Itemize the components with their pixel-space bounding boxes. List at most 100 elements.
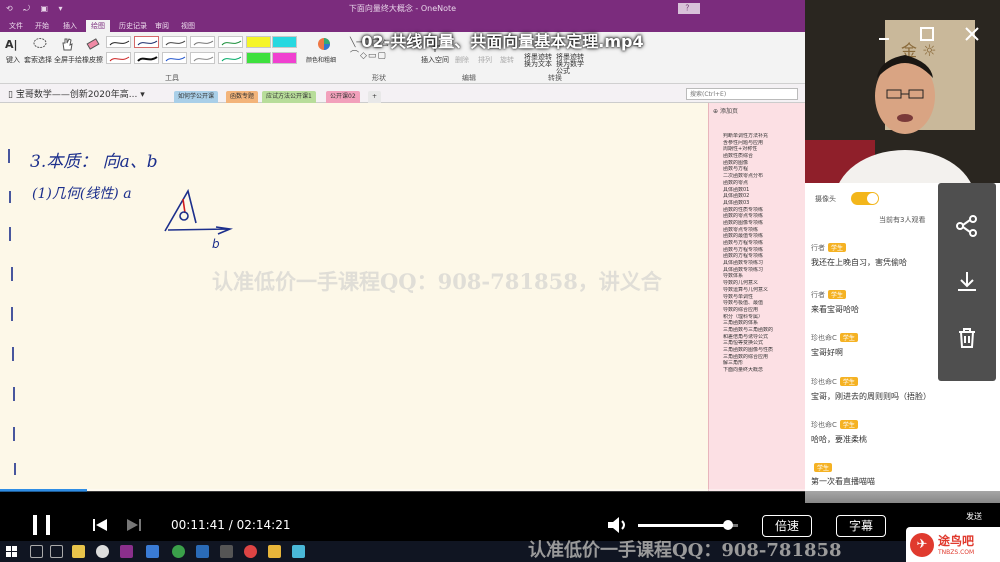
pen-swatch[interactable] bbox=[134, 52, 159, 64]
page-list-item[interactable]: 具体函数03 bbox=[723, 200, 797, 207]
folder-icon[interactable] bbox=[72, 545, 85, 558]
search-icon[interactable] bbox=[30, 545, 43, 558]
rotate-button[interactable]: 旋转 bbox=[500, 55, 514, 65]
tab-review[interactable]: 审阅 bbox=[150, 20, 174, 32]
windows-start-icon[interactable] bbox=[6, 546, 18, 558]
next-icon[interactable] bbox=[126, 518, 142, 532]
tab-draw[interactable]: 绘图 bbox=[86, 20, 110, 32]
page-list-item[interactable]: 导数与极值、最值 bbox=[723, 300, 797, 307]
help-button[interactable]: ？ bbox=[678, 3, 700, 14]
pause-icon[interactable] bbox=[30, 514, 54, 536]
pen-swatch[interactable] bbox=[190, 36, 215, 48]
type-icon[interactable]: A| bbox=[5, 38, 18, 51]
tab-file[interactable]: 文件 bbox=[4, 20, 28, 32]
page-list-item[interactable]: 下面向量终大概念 bbox=[723, 367, 797, 374]
page-list-item[interactable]: 周期性+对称性 bbox=[723, 146, 797, 153]
delete-icon[interactable] bbox=[954, 325, 980, 351]
app-icon[interactable] bbox=[146, 545, 159, 558]
page-list-item[interactable]: 三角函数与三角函数的 bbox=[723, 327, 797, 334]
page-list-item[interactable]: 函数与方程专项练 bbox=[723, 240, 797, 247]
notebook-name[interactable]: ▯ 宝哥数学——创新2020年高... ▾ bbox=[8, 87, 145, 100]
page-list-item[interactable]: 函数性质综合 bbox=[723, 153, 797, 160]
eraser-icon[interactable] bbox=[86, 37, 100, 51]
page-list-item[interactable]: 导数体系 bbox=[723, 273, 797, 280]
tab-view[interactable]: 视图 bbox=[176, 20, 200, 32]
page-list-item[interactable]: 和差倍角与诱导公式 bbox=[723, 334, 797, 341]
arrange-button[interactable]: 排列 bbox=[478, 55, 492, 65]
lasso-icon[interactable] bbox=[33, 37, 47, 51]
send-button[interactable]: 发送 bbox=[966, 511, 982, 522]
subtitle-button[interactable]: 字幕 bbox=[836, 515, 886, 537]
page-list-item[interactable]: 函数的性质专项练 bbox=[723, 207, 797, 214]
page-list-item[interactable]: 含参性问题与应用 bbox=[723, 140, 797, 147]
page-list-item[interactable]: 导数的几何意义 bbox=[723, 280, 797, 287]
previous-icon[interactable] bbox=[92, 518, 108, 532]
pen-swatch[interactable] bbox=[218, 52, 243, 64]
onenote-icon[interactable] bbox=[120, 545, 133, 558]
delete-button[interactable]: 删除 bbox=[455, 55, 469, 65]
page-list-item[interactable]: 函数的最值专项练 bbox=[723, 233, 797, 240]
pen-swatch[interactable] bbox=[190, 52, 215, 64]
section-tab[interactable]: 函数专题 bbox=[226, 91, 259, 103]
page-list-item[interactable]: 具体函数01 bbox=[723, 187, 797, 194]
page-list-item[interactable]: 函数零点专项练 bbox=[723, 227, 797, 234]
page-list-item[interactable]: 解三角形 bbox=[723, 360, 797, 367]
lasso-button[interactable]: 套索选择 bbox=[24, 55, 52, 65]
highlighter-swatch[interactable] bbox=[272, 52, 297, 64]
app-icon[interactable] bbox=[172, 545, 185, 558]
volume-icon[interactable] bbox=[606, 516, 630, 534]
page-list-item[interactable]: 函数与方程专项练 bbox=[723, 247, 797, 254]
page-list-item[interactable]: 函数的零点专项练 bbox=[723, 213, 797, 220]
tab-home[interactable]: 开始 bbox=[30, 20, 54, 32]
highlighter-swatch[interactable] bbox=[246, 52, 271, 64]
app-icon[interactable] bbox=[196, 545, 209, 558]
pen-swatch[interactable] bbox=[106, 36, 131, 48]
page-list-item[interactable]: 三角函数的综合应用 bbox=[723, 354, 797, 361]
app-icon[interactable] bbox=[292, 545, 305, 558]
page-list-item[interactable]: 函数的方程专项练 bbox=[723, 253, 797, 260]
page-list-item[interactable]: 二次函数零点分布 bbox=[723, 173, 797, 180]
note-page[interactable]: 3.本质： 向a、b (1)几何(线性) a b bbox=[0, 103, 708, 491]
eraser-button[interactable]: 橡皮擦 bbox=[82, 55, 103, 65]
pen-swatch[interactable] bbox=[162, 52, 187, 64]
pen-swatch[interactable] bbox=[106, 52, 131, 64]
browser-icon[interactable] bbox=[96, 545, 109, 558]
section-tab[interactable]: 公开课02 bbox=[326, 91, 360, 103]
ink-to-text-button[interactable]: 将墨迹转换为文本 bbox=[524, 54, 554, 68]
download-icon[interactable] bbox=[954, 269, 980, 295]
page-list-item[interactable]: 三角函数的图像与性质 bbox=[723, 347, 797, 354]
page-list-item[interactable]: 导数的综合应用 bbox=[723, 307, 797, 314]
pen-swatch[interactable] bbox=[162, 36, 187, 48]
share-icon[interactable] bbox=[954, 213, 980, 239]
add-page-button[interactable]: ⊕ 添加页 bbox=[713, 106, 738, 115]
page-list-item[interactable]: 判断单调性方法补充 bbox=[723, 133, 797, 140]
maximize-icon[interactable] bbox=[920, 27, 934, 41]
close-icon[interactable] bbox=[965, 27, 979, 41]
taskview-icon[interactable] bbox=[50, 545, 63, 558]
hand-icon[interactable] bbox=[60, 37, 74, 51]
page-list-item[interactable]: 三角函数的体系 bbox=[723, 320, 797, 327]
highlighter-swatch[interactable] bbox=[246, 36, 271, 48]
app-icon[interactable] bbox=[244, 545, 257, 558]
insert-space-button[interactable]: 插入空间 bbox=[421, 55, 449, 65]
camera-toggle[interactable] bbox=[851, 192, 879, 205]
page-list-item[interactable]: 导数与单调性 bbox=[723, 294, 797, 301]
page-list-item[interactable]: 三角恒等变换公式 bbox=[723, 340, 797, 347]
highlighter-swatch[interactable] bbox=[272, 36, 297, 48]
page-list-item[interactable]: 积分（理科专属） bbox=[723, 314, 797, 321]
volume-slider[interactable] bbox=[638, 520, 738, 530]
type-button[interactable]: 键入 bbox=[6, 55, 20, 65]
color-thickness-button[interactable]: 颜色和粗细 bbox=[306, 55, 336, 64]
volume-knob[interactable] bbox=[723, 520, 733, 530]
ink-to-math-button[interactable]: 将墨迹转换为数学公式 bbox=[556, 54, 586, 75]
page-list-item[interactable]: 具体函数专项练习 bbox=[723, 260, 797, 267]
pen-swatch[interactable] bbox=[218, 36, 243, 48]
app-icon[interactable] bbox=[268, 545, 281, 558]
page-list-item[interactable]: 函数的图像 bbox=[723, 160, 797, 167]
page-list-item[interactable]: 函数与方程 bbox=[723, 166, 797, 173]
section-tab[interactable]: 应试方法公开课1 bbox=[262, 91, 316, 103]
speed-button[interactable]: 倍速 bbox=[762, 515, 812, 537]
minimize-icon[interactable] bbox=[878, 29, 890, 41]
page-list-item[interactable]: 具体函数02 bbox=[723, 193, 797, 200]
app-icon[interactable] bbox=[220, 545, 233, 558]
